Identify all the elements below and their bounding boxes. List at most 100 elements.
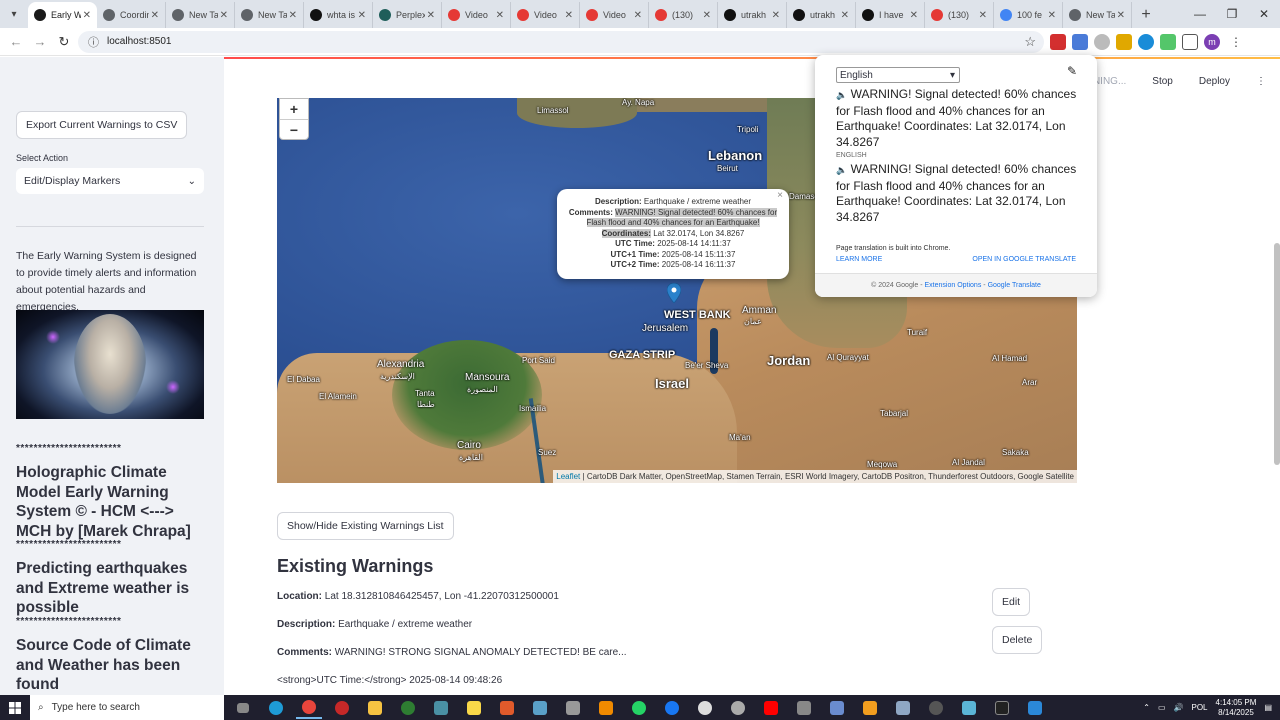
volume-icon[interactable]: 🔊 (1174, 703, 1184, 712)
select-action-dropdown[interactable]: Edit/Display Markers ⌄ (16, 168, 204, 194)
language-indicator[interactable]: POL (1192, 703, 1208, 712)
edge-icon[interactable] (263, 697, 289, 719)
sublime-icon[interactable] (857, 697, 883, 719)
browser-tab[interactable]: whta is ✕ (304, 2, 373, 28)
notifications-icon[interactable]: ▤ (1264, 703, 1272, 712)
image-extension-icon[interactable] (1160, 33, 1176, 50)
settings-icon[interactable] (923, 697, 949, 719)
edit-warning-button[interactable]: Edit (992, 588, 1031, 616)
extension-new-icon[interactable] (1050, 33, 1066, 50)
app-icon[interactable] (725, 697, 751, 719)
calculator-icon[interactable] (428, 697, 454, 719)
browser-tab[interactable]: Coordinates✕ (97, 2, 166, 28)
puzzle-icon[interactable] (1182, 33, 1198, 50)
task-view-icon[interactable] (230, 697, 256, 719)
show-hide-warnings-button[interactable]: Show/Hide Existing Warnings List (277, 512, 454, 540)
browser-tab[interactable]: utrakh ✕ (787, 2, 856, 28)
app-icon[interactable] (329, 697, 355, 719)
restore-button[interactable]: ❐ (1216, 0, 1248, 28)
start-button[interactable] (0, 695, 30, 720)
browser-tab[interactable]: 100 fe ✕ (994, 2, 1063, 28)
translate-extension-icon[interactable] (1072, 33, 1088, 50)
speaker-icon[interactable]: 🔈 (836, 165, 847, 175)
pdf-icon[interactable] (494, 697, 520, 719)
browser-tab[interactable]: Video ✕ (442, 2, 511, 28)
vlc-icon[interactable] (593, 697, 619, 719)
close-tab-icon[interactable]: ✕ (83, 10, 91, 21)
clock[interactable]: 4:14:05 PM 8/14/2025 (1216, 698, 1257, 718)
file-explorer-icon[interactable] (362, 697, 388, 719)
app-menu-icon[interactable]: ⋮ (1256, 76, 1266, 87)
zoom-in-button[interactable]: + (280, 99, 308, 119)
browser-tab[interactable]: (130) ✕ (925, 2, 994, 28)
target-language-select[interactable]: English ▾ (836, 67, 960, 83)
close-tab-icon[interactable]: ✕ (841, 10, 849, 21)
export-csv-button[interactable]: Export Current Warnings to CSV (16, 111, 188, 139)
history-extension-icon[interactable] (1094, 33, 1110, 50)
browser-tab[interactable]: Early Warning✕ (28, 2, 97, 28)
close-tab-icon[interactable]: ✕ (979, 10, 987, 21)
youtube-icon[interactable] (758, 697, 784, 719)
close-tab-icon[interactable]: ✕ (427, 10, 435, 21)
tab-search-button[interactable]: ▾ (0, 0, 28, 28)
new-tab-button[interactable]: + (1132, 2, 1160, 28)
google-translate-link[interactable]: Google Translate (988, 282, 1041, 289)
app-icon[interactable] (890, 697, 916, 719)
pen-icon[interactable] (560, 697, 586, 719)
close-tab-icon[interactable]: ✕ (910, 10, 918, 21)
network-icon[interactable]: ▭ (1158, 703, 1166, 712)
browser-tab[interactable]: utrakh ✕ (718, 2, 787, 28)
whatsapp-icon[interactable] (626, 697, 652, 719)
forward-button[interactable]: → (28, 34, 52, 49)
deploy-button[interactable]: Deploy (1199, 76, 1230, 87)
close-tab-icon[interactable]: ✕ (703, 10, 711, 21)
app-icon[interactable] (527, 697, 553, 719)
close-tab-icon[interactable]: ✕ (772, 10, 780, 21)
address-bar[interactable]: ⓘ localhost:8501 ☆ (78, 30, 1044, 53)
leaflet-link[interactable]: Leaflet (556, 472, 580, 481)
terminal-icon[interactable] (989, 697, 1015, 719)
browser-tab[interactable]: Video ✕ (580, 2, 649, 28)
close-tab-icon[interactable]: ✕ (358, 10, 366, 21)
browser-tab[interactable]: New Tab✕ (166, 2, 235, 28)
app-icon[interactable] (791, 697, 817, 719)
stop-button[interactable]: Stop (1152, 76, 1173, 87)
page-scrollbar[interactable] (1274, 243, 1280, 465)
site-info-icon[interactable]: ⓘ (88, 34, 99, 50)
taskbar-search[interactable]: ⌕ Type here to search (30, 695, 224, 720)
edit-pencil-icon[interactable]: ✎ (1067, 64, 1077, 78)
close-tab-icon[interactable]: ✕ (151, 10, 159, 21)
app-icon[interactable] (395, 697, 421, 719)
profile-avatar[interactable]: m (1204, 33, 1220, 50)
open-google-translate-link[interactable]: OPEN IN GOOGLE TRANSLATE (972, 256, 1076, 263)
minimize-button[interactable]: — (1184, 0, 1216, 28)
browser-tab[interactable]: New Tab✕ (235, 2, 304, 28)
close-window-button[interactable]: ✕ (1248, 0, 1280, 28)
close-tab-icon[interactable]: ✕ (1117, 10, 1125, 21)
extension-options-link[interactable]: Extension Options (925, 282, 982, 289)
close-tab-icon[interactable]: ✕ (565, 10, 573, 21)
close-tab-icon[interactable]: ✕ (1048, 10, 1056, 21)
learn-more-link[interactable]: LEARN MORE (836, 256, 882, 263)
browser-tab[interactable]: (130) ✕ (649, 2, 718, 28)
browser-tab[interactable]: New Tab✕ (1063, 2, 1132, 28)
close-tab-icon[interactable]: ✕ (496, 10, 504, 21)
browser-tab[interactable]: Perplexity✕ (373, 2, 442, 28)
popup-close-icon[interactable]: × (777, 190, 783, 202)
app-icon[interactable] (956, 697, 982, 719)
calendar-icon[interactable] (824, 697, 850, 719)
close-tab-icon[interactable]: ✕ (220, 10, 228, 21)
bookmark-star-icon[interactable]: ☆ (1024, 34, 1036, 50)
browser-menu-icon[interactable]: ⋮ (1230, 35, 1242, 49)
speaker-icon[interactable]: 🔈 (836, 90, 847, 100)
browser-tab[interactable]: Video ✕ (511, 2, 580, 28)
zoom-out-button[interactable]: − (280, 119, 308, 139)
facebook-icon[interactable] (659, 697, 685, 719)
back-button[interactable]: ← (4, 34, 28, 49)
ccleaner-icon[interactable] (692, 697, 718, 719)
map-marker-icon[interactable] (667, 283, 681, 303)
chart-extension-icon[interactable] (1116, 33, 1132, 50)
app-icon[interactable] (1022, 697, 1048, 719)
close-tab-icon[interactable]: ✕ (289, 10, 297, 21)
sync-extension-icon[interactable] (1138, 33, 1154, 50)
